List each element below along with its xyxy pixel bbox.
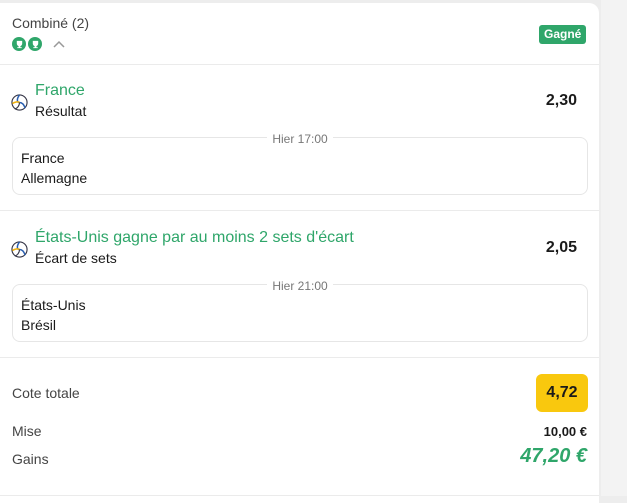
home-team: France [21,150,65,166]
selection-pick: France [35,82,85,99]
status-badge: Gagné [539,25,587,44]
bet-header[interactable]: Combiné (2) Gagné [0,3,599,65]
bet-summary: Cote totale 4,72 Mise 10,00 € Gains 47,2… [0,358,599,496]
selection-pick: États-Unis gagne par au moins 2 sets d'é… [35,229,354,246]
winnings-value: 47,20 € [520,445,587,467]
event-time: Hier 21:00 [267,279,333,293]
away-team: Brésil [21,317,57,333]
event-card[interactable]: Hier 21:00 États-Unis Brésil [12,279,588,342]
volleyball-icon [11,94,28,111]
bet-card: Combiné (2) Gagné France Résultat 2,30 H… [0,3,599,503]
selection-market: Écart de sets [35,250,117,266]
selection-odds: 2,30 [545,92,577,109]
home-team: États-Unis [21,297,86,313]
winnings-label: Gains [12,451,49,467]
volleyball-icon [11,241,28,258]
stake-value: 10,00 € [543,424,587,439]
away-team: Allemagne [21,170,88,186]
event-card[interactable]: Hier 17:00 France Allemagne [12,132,588,195]
selection-odds: 2,05 [545,239,577,256]
selection-item: France Résultat 2,30 Hier 17:00 France A… [0,64,599,211]
total-odds-value: 4,72 [536,374,588,412]
chevron-up-icon[interactable] [52,37,66,49]
total-odds-label: Cote totale [12,385,80,401]
trophy-group [12,37,42,51]
bet-title: Combiné (2) [12,15,90,31]
stake-label: Mise [12,423,42,439]
selection-item: États-Unis gagne par au moins 2 sets d'é… [0,211,599,358]
selection-market: Résultat [35,103,87,119]
event-time: Hier 17:00 [267,132,333,146]
trophy-icon [28,37,42,51]
right-panel-edge [601,0,627,496]
trophy-icon [12,37,26,51]
